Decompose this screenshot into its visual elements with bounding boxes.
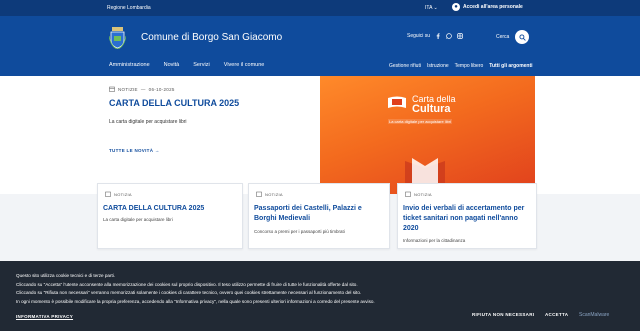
hero-title[interactable]: CARTA DELLA CULTURA 2025 — [109, 98, 239, 108]
nav-item-servizi[interactable]: Servizi — [193, 62, 210, 68]
card-meta: NOTIZIA — [105, 191, 132, 197]
card-meta: NOTIZIA — [256, 191, 283, 197]
card-title-line: Passaporti dei Castelli, Palazzi e — [254, 205, 362, 212]
search-icon-button[interactable] — [515, 30, 530, 44]
social-label: Seguici su — [407, 33, 431, 39]
arrow-right-icon: → — [154, 148, 160, 153]
language-label: ITA — [425, 5, 433, 11]
reject-cookies-button[interactable]: RIFIUTA NON NECESSARI — [472, 312, 534, 317]
card-category[interactable]: NOTIZIA — [114, 192, 132, 197]
calendar-icon — [105, 191, 111, 197]
search-label: Cerca — [496, 34, 510, 40]
cookie-line: Cliccando su "Rifiuta non necessari" ver… — [16, 290, 362, 295]
cookie-line: Questo sito utilizza cookie tecnici e di… — [16, 273, 116, 278]
topic-gestione-rifiuti[interactable]: Gestione rifiuti — [389, 63, 421, 69]
cookie-line: In ogni momento è possibile modificare l… — [16, 298, 375, 304]
facebook-icon[interactable] — [435, 33, 441, 39]
hero-lead: La carta digitale per acquistare libri — [109, 119, 187, 125]
card-title-line: CARTA DELLA CULTURA 2025 — [103, 205, 205, 212]
news-card[interactable]: NOTIZIA CARTA DELLA CULTURA 2025 La cart… — [97, 183, 243, 249]
card-category[interactable]: NOTIZIA — [414, 192, 432, 197]
topic-tempo-libero[interactable]: Tempo libero — [455, 63, 484, 69]
news-card[interactable]: NOTIZIA Invio dei verbali di accertament… — [397, 183, 537, 249]
topic-istruzione[interactable]: Istruzione — [427, 63, 449, 69]
site-title[interactable]: Comune di Borgo San Giacomo — [141, 32, 282, 43]
topics-nav: Gestione rifiuti Istruzione Tempo libero… — [389, 63, 533, 69]
site-header: Comune di Borgo San Giacomo Seguici su C… — [0, 16, 640, 76]
all-news-link[interactable]: TUTTE LE NOVITÀ → — [109, 148, 160, 153]
card-title-line: ticket sanitari non pagati nell'anno — [403, 215, 518, 222]
privacy-policy-link[interactable]: INFORMATIVA PRIVACY — [16, 314, 73, 319]
card-title[interactable]: CARTA DELLA CULTURA 2025 — [103, 204, 204, 214]
book-icon — [388, 96, 406, 108]
card-title-line: Invio dei verbali di accertamento per — [403, 205, 525, 212]
news-card[interactable]: NOTIZIA Passaporti dei Castelli, Palazzi… — [248, 183, 390, 249]
calendar-icon — [256, 191, 262, 197]
meta-separator: — — [140, 86, 146, 92]
card-category[interactable]: NOTIZIA — [265, 192, 283, 197]
whatsapp-icon[interactable] — [446, 33, 452, 39]
hero-category[interactable]: NOTIZIE — [118, 87, 138, 92]
social-links: Seguici su — [407, 33, 463, 39]
hero-section: NOTIZIE — 06-10-2025 CARTA DELLA CULTURA… — [0, 76, 640, 194]
card-title-line: 2020 — [403, 225, 419, 232]
card-desc: La carta digitale per acquistare libri — [103, 217, 173, 222]
nav-item-vivere[interactable]: Vivere il comune — [224, 62, 265, 68]
watermark: ScanMalware — [579, 312, 610, 318]
hero-meta: NOTIZIE — 06-10-2025 — [109, 86, 175, 92]
logo-tagline: La carta digitale per acquistare libri — [388, 119, 453, 124]
calendar-icon — [109, 86, 115, 92]
cookie-banner: Questo sito utilizza cookie tecnici e di… — [0, 261, 640, 331]
nav-item-amministrazione[interactable]: Amministrazione — [109, 62, 150, 68]
card-desc: Concorso a premi per i passaporti più ti… — [254, 229, 345, 234]
login-label: Accedi all'area personale — [463, 4, 523, 10]
card-meta: NOTIZIA — [405, 191, 432, 197]
cookie-line: Cliccando su "Accetta" l'utente acconsen… — [16, 281, 358, 287]
user-icon: ● — [452, 3, 460, 11]
region-link[interactable]: Regione Lombardia — [107, 5, 151, 11]
card-title[interactable]: Passaporti dei Castelli, Palazzi e Borgh… — [254, 204, 362, 224]
accept-cookies-button[interactable]: ACCETTA — [545, 312, 568, 317]
language-selector[interactable]: ITA ⌄ — [425, 5, 438, 11]
instagram-icon[interactable] — [457, 33, 463, 39]
all-news-label: TUTTE LE NOVITÀ — [109, 148, 154, 153]
search-button[interactable]: Cerca — [496, 30, 530, 44]
logo-line2: Cultura — [412, 103, 451, 115]
topic-all[interactable]: Tutti gli argomenti — [489, 63, 532, 69]
login-button[interactable]: ● Accedi all'area personale — [452, 3, 523, 11]
calendar-icon — [405, 191, 411, 197]
coat-of-arms-icon[interactable] — [109, 27, 126, 49]
card-title[interactable]: Invio dei verbali di accertamento per ti… — [403, 204, 524, 234]
main-nav: Amministrazione Novità Servizi Vivere il… — [109, 62, 264, 68]
card-desc: Informazioni per la cittadinanza — [403, 238, 466, 243]
search-icon — [519, 33, 526, 41]
hero-date: 06-10-2025 — [148, 86, 175, 92]
top-bar: Regione Lombardia ITA ⌄ ● Accedi all'are… — [0, 0, 640, 16]
cookie-text: Questo sito utilizza cookie tecnici e di… — [16, 272, 375, 306]
chevron-down-icon: ⌄ — [433, 5, 438, 11]
card-title-line: Borghi Medievali — [254, 215, 311, 222]
nav-item-novita[interactable]: Novità — [164, 62, 180, 68]
hero-image[interactable]: Carta della Cultura La carta digitale pe… — [320, 76, 535, 194]
